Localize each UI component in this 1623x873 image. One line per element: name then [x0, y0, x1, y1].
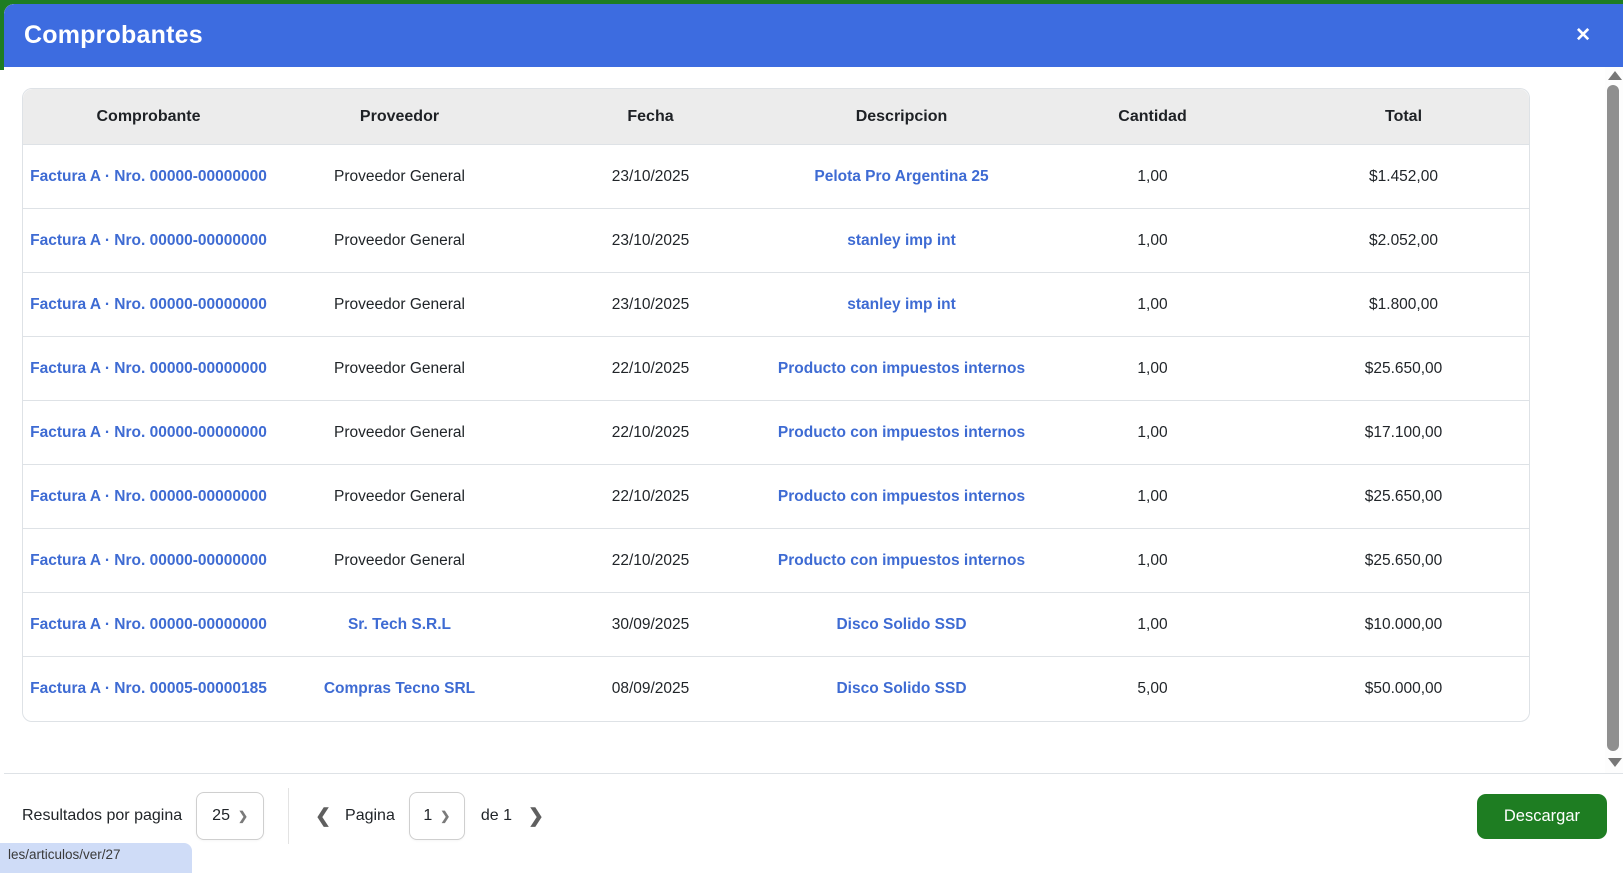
fecha-cell: 23/10/2025 [612, 232, 690, 249]
total-cell: $1.800,00 [1369, 296, 1438, 313]
column-header: Descripcion [776, 89, 1027, 145]
table-row: Factura A · Nro. 00000-00000000 Proveedo… [23, 401, 1529, 465]
total-cell: $2.052,00 [1369, 232, 1438, 249]
fecha-cell: 30/09/2025 [612, 616, 690, 633]
total-cell: $25.650,00 [1365, 360, 1443, 377]
proveedor-link[interactable]: Sr. Tech S.R.L [348, 616, 451, 633]
fecha-cell: 22/10/2025 [612, 488, 690, 505]
cantidad-cell: 1,00 [1137, 552, 1167, 569]
table-row: Factura A · Nro. 00005-00000185 Compras … [23, 657, 1529, 721]
comprobante-link[interactable]: Factura A · Nro. 00000-00000000 [30, 488, 267, 505]
proveedor-cell: Proveedor General [334, 168, 465, 185]
column-header: Cantidad [1027, 89, 1278, 145]
proveedor-link[interactable]: Compras Tecno SRL [324, 680, 475, 697]
proveedor-cell: Proveedor General [334, 296, 465, 313]
comprobantes-table: ComprobanteProveedorFechaDescripcionCant… [22, 88, 1530, 722]
table-header-row: ComprobanteProveedorFechaDescripcionCant… [23, 89, 1529, 145]
comprobante-link[interactable]: Factura A · Nro. 00000-00000000 [30, 296, 267, 313]
descripcion-link[interactable]: Disco Solido SSD [836, 616, 966, 633]
total-cell: $25.650,00 [1365, 488, 1443, 505]
descripcion-link[interactable]: Producto con impuestos internos [778, 360, 1025, 377]
page-size-select[interactable]: 25 ❯ [196, 792, 264, 840]
table-row: Factura A · Nro. 00000-00000000 Proveedo… [23, 209, 1529, 273]
total-cell: $17.100,00 [1365, 424, 1443, 441]
comprobante-link[interactable]: Factura A · Nro. 00005-00000185 [30, 680, 267, 697]
fecha-cell: 22/10/2025 [612, 552, 690, 569]
fecha-cell: 23/10/2025 [612, 296, 690, 313]
comprobante-link[interactable]: Factura A · Nro. 00000-00000000 [30, 232, 267, 249]
vertical-scrollbar[interactable] [1605, 67, 1623, 773]
results-per-page-label: Resultados por pagina [22, 807, 182, 825]
table-row: Factura A · Nro. 00000-00000000 Proveedo… [23, 273, 1529, 337]
table-row: Factura A · Nro. 00000-00000000 Proveedo… [23, 465, 1529, 529]
scroll-up-icon[interactable] [1608, 71, 1622, 80]
total-cell: $50.000,00 [1365, 680, 1443, 697]
comprobante-link[interactable]: Factura A · Nro. 00000-00000000 [30, 424, 267, 441]
descripcion-link[interactable]: Producto con impuestos internos [778, 552, 1025, 569]
fecha-cell: 23/10/2025 [612, 168, 690, 185]
fecha-cell: 22/10/2025 [612, 360, 690, 377]
proveedor-cell: Proveedor General [334, 424, 465, 441]
modal-title: Comprobantes [24, 21, 203, 50]
proveedor-cell: Proveedor General [334, 488, 465, 505]
table-row: Factura A · Nro. 00000-00000000 Proveedo… [23, 337, 1529, 401]
comprobante-link[interactable]: Factura A · Nro. 00000-00000000 [30, 616, 267, 633]
comprobante-link[interactable]: Factura A · Nro. 00000-00000000 [30, 552, 267, 569]
proveedor-cell: Proveedor General [334, 552, 465, 569]
cantidad-cell: 5,00 [1137, 680, 1167, 697]
status-link-preview: les/articulos/ver/27 [0, 843, 192, 873]
modal-body: ComprobanteProveedorFechaDescripcionCant… [4, 67, 1623, 773]
chevron-right-icon: ❯ [238, 809, 248, 823]
proveedor-cell: Proveedor General [334, 360, 465, 377]
total-cell: $1.452,00 [1369, 168, 1438, 185]
total-cell: $10.000,00 [1365, 616, 1443, 633]
table-row: Factura A · Nro. 00000-00000000 Proveedo… [23, 529, 1529, 593]
page-number-input[interactable]: 1 ❯ [409, 792, 465, 840]
descripcion-link[interactable]: stanley imp int [847, 296, 956, 313]
modal-footer: Resultados por pagina 25 ❯ ❮ Pagina 1 ❯ … [4, 773, 1623, 858]
cantidad-cell: 1,00 [1137, 616, 1167, 633]
descripcion-link[interactable]: Producto con impuestos internos [778, 488, 1025, 505]
table-row: Factura A · Nro. 00000-00000000 Sr. Tech… [23, 593, 1529, 657]
comprobantes-modal: Comprobantes ✕ ComprobanteProveedorFecha… [4, 4, 1623, 858]
proveedor-cell: Proveedor General [334, 232, 465, 249]
footer-divider [288, 788, 289, 844]
descripcion-link[interactable]: stanley imp int [847, 232, 956, 249]
chevron-right-icon: ❯ [440, 809, 450, 823]
descripcion-link[interactable]: Pelota Pro Argentina 25 [814, 168, 988, 185]
prev-page-icon[interactable]: ❮ [315, 805, 331, 828]
scroll-down-icon[interactable] [1608, 758, 1622, 767]
column-header: Fecha [525, 89, 776, 145]
total-cell: $25.650,00 [1365, 552, 1443, 569]
cantidad-cell: 1,00 [1137, 424, 1167, 441]
column-header: Total [1278, 89, 1529, 145]
download-button[interactable]: Descargar [1477, 794, 1607, 839]
table-row: Factura A · Nro. 00000-00000000 Proveedo… [23, 145, 1529, 209]
cantidad-cell: 1,00 [1137, 360, 1167, 377]
cantidad-cell: 1,00 [1137, 168, 1167, 185]
total-pages-label: de 1 [481, 807, 512, 825]
cantidad-cell: 1,00 [1137, 488, 1167, 505]
descripcion-link[interactable]: Producto con impuestos internos [778, 424, 1025, 441]
page-word-label: Pagina [345, 807, 395, 825]
column-header: Comprobante [23, 89, 274, 145]
scrollbar-thumb[interactable] [1607, 85, 1619, 751]
descripcion-link[interactable]: Disco Solido SSD [836, 680, 966, 697]
fecha-cell: 22/10/2025 [612, 424, 690, 441]
cantidad-cell: 1,00 [1137, 232, 1167, 249]
next-page-icon[interactable]: ❯ [528, 805, 544, 828]
cantidad-cell: 1,00 [1137, 296, 1167, 313]
page-size-value: 25 [212, 807, 230, 825]
comprobante-link[interactable]: Factura A · Nro. 00000-00000000 [30, 168, 267, 185]
modal-header: Comprobantes ✕ [4, 4, 1623, 67]
current-page-value: 1 [423, 807, 432, 825]
close-icon[interactable]: ✕ [1567, 22, 1599, 49]
fecha-cell: 08/09/2025 [612, 680, 690, 697]
comprobante-link[interactable]: Factura A · Nro. 00000-00000000 [30, 360, 267, 377]
column-header: Proveedor [274, 89, 525, 145]
